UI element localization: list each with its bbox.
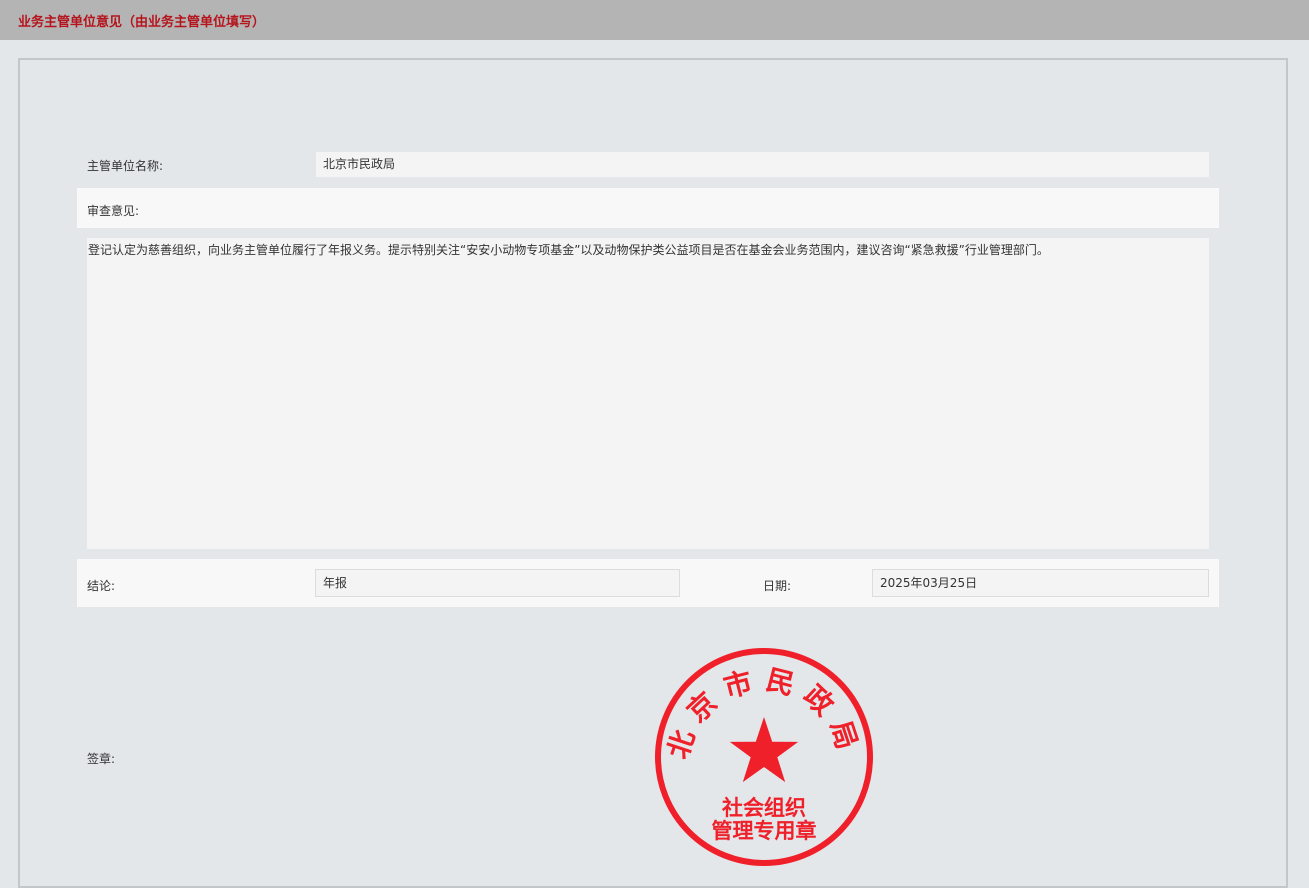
seal-label: 签章: [87,752,116,766]
review-label: 审查意见: [87,204,140,218]
seal-line-2: 管理专用章 [712,819,817,843]
review-opinion-textarea[interactable]: 登记认定为慈善组织，向业务主管单位履行了年报义务。提示特别关注“安安小动物专项基… [87,238,1209,549]
conclusion-field[interactable]: 年报 [315,569,680,597]
section-title: 业务主管单位意见（由业务主管单位填写） [18,15,266,30]
review-label-strip [77,188,1219,228]
star-icon [729,717,799,783]
date-label: 日期: [763,579,792,593]
conclusion-label: 结论: [87,579,116,593]
seal-line-1: 社会组织 [721,796,806,820]
date-field[interactable]: 2025年03月25日 [872,569,1209,597]
official-seal: 北京市民政局 社会组织 管理专用章 [655,648,873,866]
header-bar: 业务主管单位意见（由业务主管单位填写） [0,0,1309,40]
authority-label: 主管单位名称: [87,159,164,173]
authority-name-field[interactable]: 北京市民政局 [316,152,1209,177]
